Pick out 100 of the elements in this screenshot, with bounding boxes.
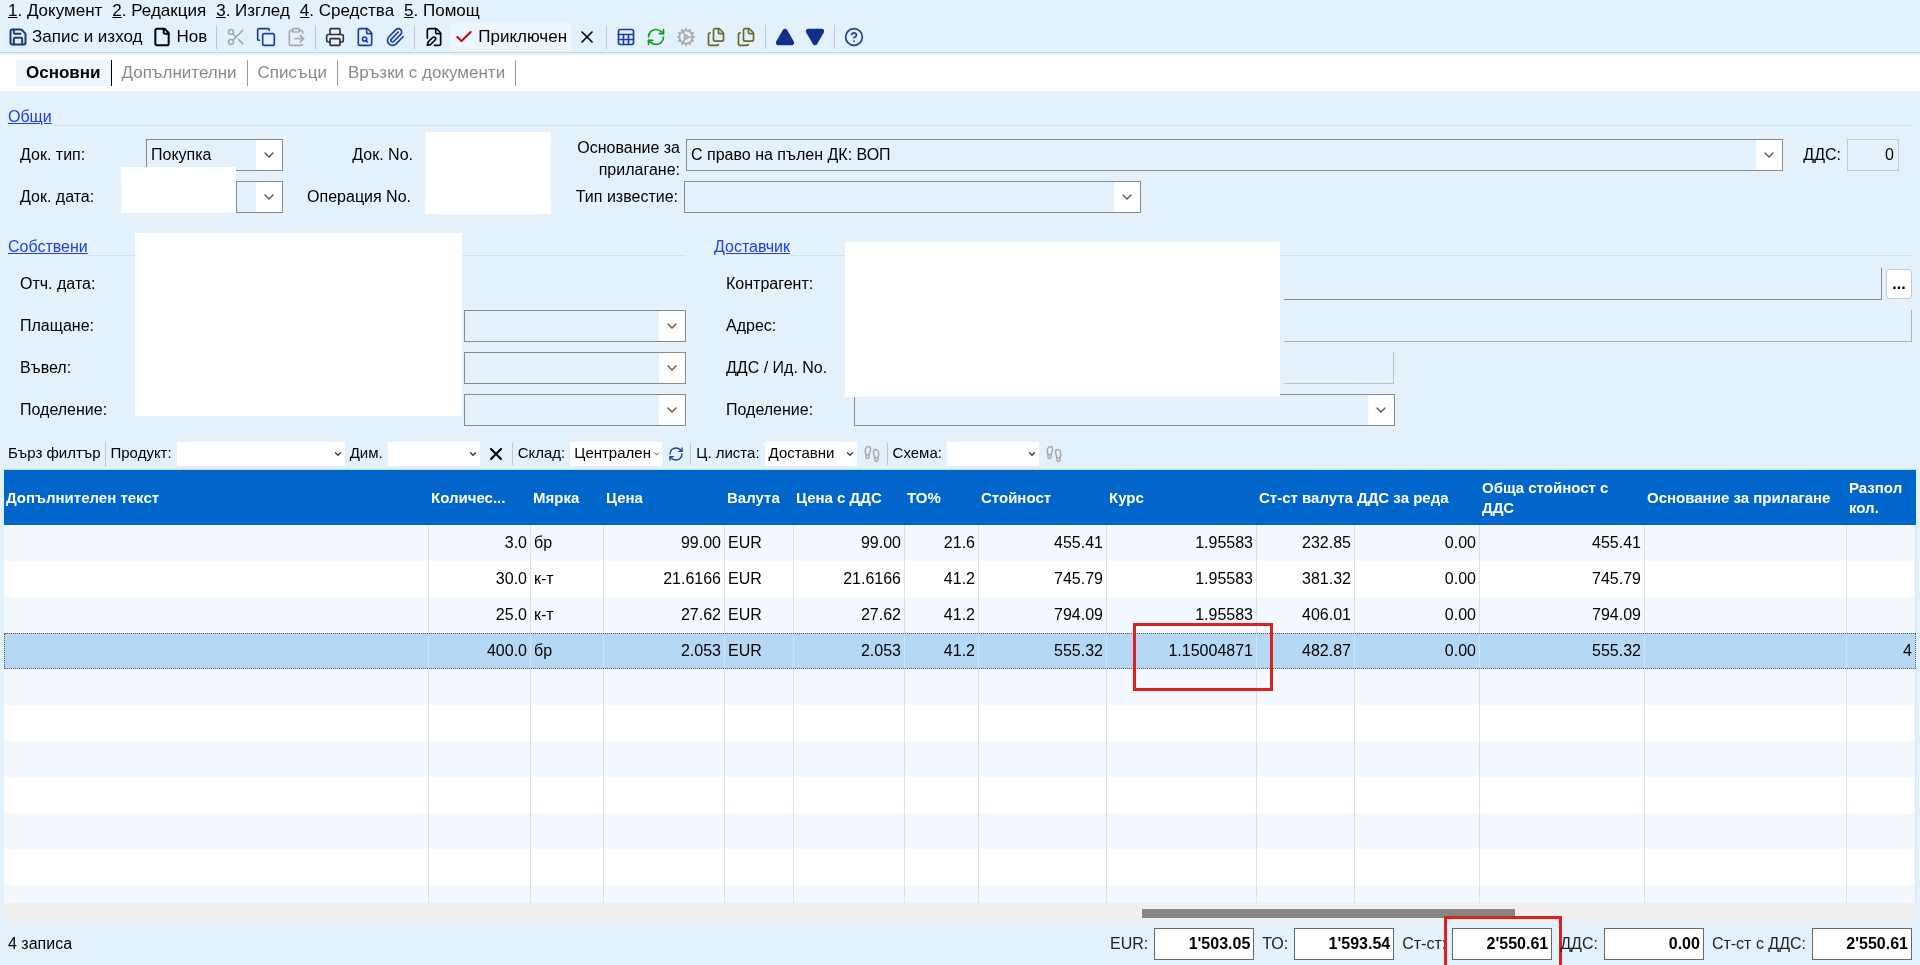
toolbar-button[interactable]: Приключен [450, 22, 572, 51]
table-cell: 745.79 [1592, 570, 1641, 587]
table-cell: 406.01 [1302, 606, 1351, 623]
field-label: Док. дата: [20, 187, 96, 207]
documents-icon [706, 26, 727, 47]
save-icon [8, 26, 28, 47]
table-cell: 455.41 [1592, 534, 1641, 551]
toolbar-button[interactable]: Запис и изход [4, 22, 147, 51]
refresh-icon[interactable] [668, 445, 685, 462]
table-cell: 21.6166 [843, 570, 901, 587]
table-row[interactable]: 30.0 к-т 21.6166 EUR 21.6166 41.2 745.79 1.95583 381.32 0.00 745.79 [4, 561, 1916, 597]
section-link[interactable]: Доставчик [714, 235, 790, 259]
column-header[interactable]: Цена [604, 470, 725, 525]
column-header[interactable]: Обща стойност с ДДС [1480, 470, 1645, 525]
field-label: Отч. дата: [20, 274, 97, 294]
dropdown[interactable]: Покупка [146, 139, 283, 171]
table-cell: 381.32 [1302, 570, 1351, 587]
up-arrow-icon [775, 26, 796, 47]
table-cell: 1.15004871 [1168, 642, 1253, 659]
field-label: Въвел: [20, 358, 73, 378]
toolbar-button[interactable]: Нов [148, 22, 212, 51]
combo-box[interactable]: Доставни [764, 441, 857, 466]
table-cell: 745.79 [1054, 570, 1103, 587]
quick-filter-button[interactable]: Бърз филтър [4, 440, 106, 467]
print-preview-icon [355, 26, 376, 47]
new-document-icon [152, 26, 173, 47]
column-header[interactable]: Количес... [429, 470, 531, 525]
table-icon [616, 26, 637, 47]
scrollbar-thumb[interactable] [1142, 908, 1515, 918]
table-cell: 4 [1903, 642, 1912, 659]
section-link[interactable]: Собствени [8, 235, 88, 259]
total-label: EUR: [1110, 934, 1149, 954]
runner-icon[interactable] [1044, 444, 1063, 463]
dropdown[interactable] [684, 181, 1141, 213]
section-link[interactable]: Общи [8, 105, 52, 129]
field-label: Адрес: [726, 316, 778, 336]
table-cell: 555.32 [1054, 642, 1103, 659]
column-header[interactable]: Мярка [531, 470, 604, 525]
menu-item[interactable]: 3. Изглед [216, 0, 290, 21]
column-header[interactable]: ТО% [905, 470, 979, 525]
table-row[interactable]: 25.0 к-т 27.62 EUR 27.62 41.2 794.09 1.95583 406.01 0.00 794.09 [4, 597, 1916, 633]
table-cell: 41.2 [943, 570, 975, 587]
table-cell: к-т [534, 606, 554, 623]
table-row[interactable]: 3.0 бр 99.00 EUR 99.00 21.6 455.41 1.95583 232.85 0.00 455.41 [4, 525, 1916, 561]
table-cell: 1.95583 [1195, 606, 1253, 623]
runner-icon[interactable] [862, 444, 881, 463]
column-header[interactable]: Ст-ст валута [1257, 470, 1355, 525]
table-cell: 400.0 [486, 642, 527, 659]
menu-item[interactable]: 1. Документ [8, 0, 103, 21]
edit-document-icon [424, 26, 445, 47]
dropdown[interactable] [464, 352, 686, 384]
filter-label: Схема: [891, 443, 943, 464]
vat-field[interactable]: 0 [1847, 139, 1899, 171]
menu-item[interactable]: 2. Редакция [112, 0, 207, 21]
column-header[interactable]: ДДС за реда [1355, 470, 1480, 525]
menu-item[interactable]: 5. Помощ [404, 0, 480, 21]
total-field: 1'593.54 [1294, 928, 1395, 960]
column-header[interactable]: Цена с ДДС [794, 470, 905, 525]
table-cell: 99.00 [680, 534, 721, 551]
paperclip-icon [385, 26, 406, 47]
filter-label: Продукт: [109, 443, 173, 464]
total-field: 0.00 [1603, 928, 1704, 960]
table-row[interactable]: 400.0 бр 2.053 EUR 2.053 41.2 555.32 1.15004871 482.87 0.00 555.32 4 [4, 633, 1916, 669]
table-cell: 482.87 [1302, 642, 1351, 659]
dropdown[interactable] [236, 181, 283, 213]
column-header[interactable]: Стойност [979, 470, 1107, 525]
down-arrow-icon [805, 26, 826, 47]
table-cell: 0.00 [1444, 642, 1476, 659]
column-header[interactable]: Разпол кол. [1847, 470, 1916, 525]
tab[interactable]: Основни [16, 60, 112, 86]
column-header[interactable]: Курс [1107, 470, 1257, 525]
table-cell: 0.00 [1444, 570, 1476, 587]
field-label: Контрагент: [726, 274, 815, 294]
table-cell: 794.09 [1054, 606, 1103, 623]
table-cell: 794.09 [1592, 606, 1641, 623]
dropdown[interactable] [464, 394, 686, 426]
filter-label: Дим. [348, 443, 384, 464]
table-cell: 1.95583 [1195, 570, 1253, 587]
column-header[interactable]: Допълнителен текст [4, 470, 429, 525]
column-header[interactable]: Основание за прилагане [1645, 470, 1847, 525]
table-cell: EUR [728, 570, 762, 587]
table-cell: 25.0 [495, 606, 527, 623]
table-cell: 232.85 [1302, 534, 1351, 551]
table-cell: 41.2 [943, 606, 975, 623]
documents-icon [736, 26, 757, 47]
browse-button[interactable]: ... [1886, 269, 1912, 299]
dropdown[interactable] [854, 394, 1395, 426]
dropdown[interactable]: С право на пълен ДК: ВОП [686, 139, 1783, 171]
combo-box[interactable]: Централен [570, 441, 663, 466]
menu-item[interactable]: 4. Средства [299, 0, 395, 21]
dropdown[interactable] [464, 310, 686, 342]
column-header[interactable]: Валута [725, 470, 794, 525]
field-label: Тип известие: [574, 187, 678, 207]
total-field: 1'503.05 [1154, 928, 1255, 960]
tab[interactable]: Списъци [247, 60, 338, 86]
table-cell: EUR [728, 606, 762, 623]
refresh-icon [646, 26, 667, 47]
table-cell: 455.41 [1054, 534, 1103, 551]
table-cell: 555.32 [1592, 642, 1641, 659]
table-cell: 99.00 [860, 534, 901, 551]
